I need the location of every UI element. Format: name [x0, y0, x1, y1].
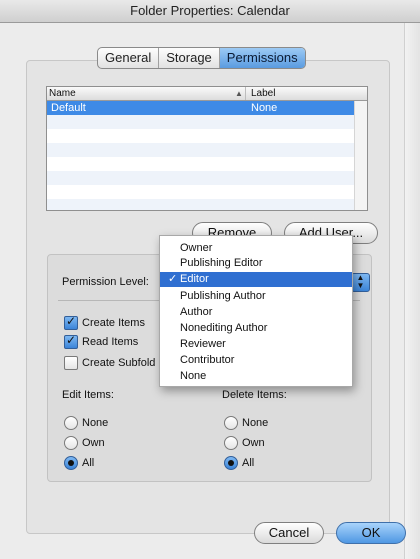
- checkmark-icon: ✓: [66, 333, 77, 347]
- edit-items-label: Edit Items:: [62, 389, 114, 401]
- read-items-label: Read Items: [82, 336, 139, 348]
- row-name-cell: Default: [51, 102, 86, 114]
- permission-level-stepper-icon[interactable]: ▲ ▼: [351, 273, 370, 292]
- table-row[interactable]: Default None: [47, 101, 367, 115]
- delete-items-own-radio[interactable]: [224, 436, 238, 450]
- window-right-edge: [404, 23, 420, 559]
- tab-permissions[interactable]: Permissions: [219, 48, 305, 68]
- ok-button[interactable]: OK: [336, 522, 406, 544]
- menu-item-publishing-author[interactable]: Publishing Author: [160, 289, 352, 304]
- delete-items-label: Delete Items:: [222, 389, 287, 401]
- permission-level-label: Permission Level:: [62, 276, 149, 288]
- table-scrollbar[interactable]: [354, 101, 367, 210]
- tab-bar: General Storage Permissions: [97, 47, 306, 69]
- menu-item-editor-label: Editor: [180, 273, 209, 285]
- permission-level-menu: Owner Publishing Editor ✓ Editor Publish…: [159, 235, 353, 387]
- table-row-empty: [47, 157, 367, 171]
- radio-dot-icon: [68, 460, 74, 466]
- column-header-name[interactable]: Name ▲: [49, 87, 246, 100]
- menu-item-none[interactable]: None: [160, 369, 352, 384]
- table-header: Name ▲ Label: [47, 87, 367, 101]
- menu-item-reviewer[interactable]: Reviewer: [160, 337, 352, 352]
- edit-items-none-label: None: [82, 417, 109, 429]
- edit-items-all-radio[interactable]: [64, 456, 78, 470]
- menu-item-contributor[interactable]: Contributor: [160, 353, 352, 368]
- row-label-cell: None: [251, 102, 278, 114]
- tab-storage[interactable]: Storage: [159, 48, 220, 68]
- menu-item-publishing-editor[interactable]: Publishing Editor: [160, 256, 352, 271]
- menu-item-editor[interactable]: ✓ Editor: [160, 272, 352, 287]
- edit-items-own-radio[interactable]: [64, 436, 78, 450]
- read-items-checkbox[interactable]: ✓: [64, 333, 78, 349]
- menu-item-nonediting-author[interactable]: Nonediting Author: [160, 321, 352, 336]
- column-header-label[interactable]: Label: [247, 87, 275, 100]
- checkmark-icon: ✓: [168, 273, 178, 285]
- table-row-empty: [47, 199, 367, 210]
- delete-items-none-label: None: [242, 417, 269, 429]
- column-header-name-label: Name: [49, 88, 76, 99]
- create-items-checkbox[interactable]: ✓: [64, 314, 78, 330]
- menu-item-owner[interactable]: Owner: [160, 241, 352, 256]
- table-row-empty: [47, 171, 367, 185]
- delete-items-all-radio[interactable]: [224, 456, 238, 470]
- edit-items-none-radio[interactable]: [64, 416, 78, 430]
- create-subfolders-label: Create Subfold: [82, 357, 156, 369]
- window-title: Folder Properties: Calendar: [0, 0, 420, 23]
- edit-items-own-label: Own: [82, 437, 105, 449]
- create-subfolders-checkbox[interactable]: [64, 356, 78, 370]
- table-row-empty: [47, 115, 367, 129]
- create-items-label: Create Items: [82, 317, 145, 329]
- delete-items-own-label: Own: [242, 437, 265, 449]
- edit-items-all-label: All: [82, 457, 95, 469]
- sort-ascending-icon: ▲: [235, 89, 243, 98]
- cancel-button[interactable]: Cancel: [254, 522, 324, 544]
- delete-items-none-radio[interactable]: [224, 416, 238, 430]
- table-row-empty: [47, 185, 367, 199]
- menu-item-author[interactable]: Author: [160, 305, 352, 320]
- tab-general[interactable]: General: [98, 48, 160, 68]
- table-row-empty: [47, 129, 367, 143]
- table-row-empty: [47, 143, 367, 157]
- checkmark-icon: ✓: [66, 314, 77, 328]
- radio-dot-icon: [228, 460, 234, 466]
- delete-items-all-label: All: [242, 457, 255, 469]
- user-table: Name ▲ Label Default None: [46, 86, 368, 211]
